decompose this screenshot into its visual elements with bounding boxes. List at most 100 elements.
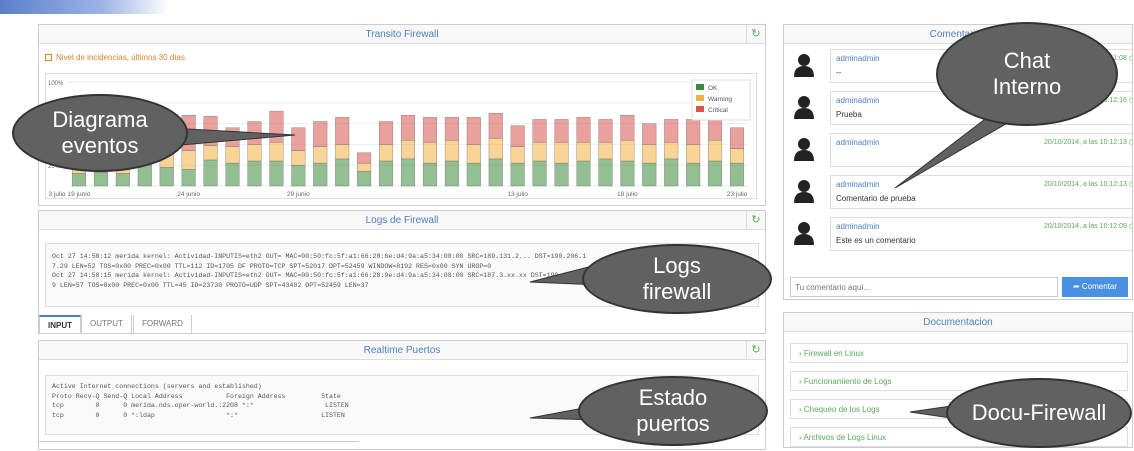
bar-segment [444, 140, 459, 162]
bar-segment [686, 119, 701, 145]
callout-text: Docu-Firewall [971, 400, 1107, 425]
refresh-icon[interactable]: ↻ [746, 25, 765, 43]
transit-header: Transito Firewall ↻ [39, 25, 765, 44]
callout-text: Estado puertos [636, 385, 710, 436]
y-tick-label: 100% [48, 81, 64, 87]
user-icon [794, 138, 814, 161]
chart-icon [45, 54, 52, 61]
legend-swatch [696, 84, 704, 90]
bar-segment [225, 127, 240, 147]
comment-user[interactable]: adminadmin [836, 54, 880, 63]
callout-logs: Logs firewall [582, 244, 772, 314]
bar-segment [532, 160, 547, 187]
comment-user[interactable]: adminadmin [836, 222, 880, 231]
callout-diagrama: Diagrama eventos [12, 94, 188, 172]
bar-segment [247, 121, 262, 145]
x-tick-label: 29 junio [287, 191, 310, 198]
ports-tabs-row [39, 441, 359, 451]
chart-subtitle: Nivel de incidencias, últimos 30 días. [45, 53, 187, 62]
bar-segment [730, 127, 745, 149]
clock-icon: ◷ [1129, 55, 1132, 62]
bar-segment [444, 160, 459, 187]
bar-segment [664, 119, 679, 143]
comment-item: adminadmin 20/10/2014, a las 10:12:13 ◷ Co… [790, 175, 1132, 211]
send-label: Comentar [1081, 282, 1118, 291]
comment-item: adminadmin 20/10/2014, a las 10:12:09 ◷ Es… [790, 217, 1132, 253]
comment-user[interactable]: adminadmin [836, 96, 880, 105]
user-icon [794, 54, 814, 77]
x-tick-label: 23 julio [727, 191, 748, 198]
bar-segment [598, 142, 613, 160]
comment-time-text: 20/10/2014, a las 10:12:13 [1044, 181, 1127, 188]
callout-text: Chat Interno [992, 48, 1062, 99]
refresh-icon[interactable]: ↻ [746, 341, 765, 359]
clock-icon: ◷ [1129, 139, 1132, 146]
tab-input[interactable]: INPUT [39, 315, 81, 334]
user-icon [794, 180, 814, 203]
bar-segment [620, 160, 635, 187]
comment-user[interactable]: adminadmin [836, 138, 880, 147]
ports-header: Realtime Puertos ↻ [39, 341, 765, 360]
doc-link-label: Funcionamiento de Logs [803, 377, 892, 386]
bar-segment [510, 146, 525, 164]
tab-forward[interactable]: FORWARD [133, 315, 192, 334]
bar-segment [488, 113, 503, 139]
bar-segment [313, 121, 328, 147]
bar-segment [466, 117, 481, 145]
bar-segment [642, 162, 657, 187]
refresh-icon[interactable]: ↻ [746, 211, 765, 229]
tab-output[interactable]: OUTPUT [81, 315, 132, 334]
chevron-right-icon: › [799, 377, 802, 386]
bar-segment [225, 162, 240, 187]
comment-text: Prueba [836, 110, 862, 119]
x-tick-label: 19 junio [68, 191, 91, 198]
bar-segment [730, 162, 745, 187]
bar-segment [708, 160, 723, 187]
ports-title: Realtime Puertos [363, 345, 441, 356]
transit-title: Transito Firewall [365, 29, 439, 40]
comment-bubble: adminadmin 20/10/2014, a las 10:12:13 ◷ Co… [830, 175, 1132, 209]
callout-docu: Docu-Firewall [946, 378, 1132, 448]
bar-segment [620, 115, 635, 141]
bar-segment [401, 140, 416, 160]
bar-segment [269, 160, 284, 187]
bar-segment [532, 142, 547, 162]
legend-label: OK [708, 85, 718, 92]
bar-segment [71, 173, 86, 187]
comment-send-button[interactable]: ➦ Comentar [1062, 277, 1128, 297]
doc-link[interactable]: › Firewall en Linux [790, 343, 1128, 363]
bar-segment [642, 144, 657, 164]
bar-segment [488, 137, 503, 160]
bar-segment [247, 160, 262, 187]
bar-segment [554, 162, 569, 187]
bar-segment [422, 162, 437, 187]
comment-time: 20/10/2014, a las 10:12:09 ◷ [1044, 222, 1132, 230]
callout-puertos: Estado puertos [578, 376, 768, 446]
clock-icon: ◷ [1129, 97, 1132, 104]
docs-header: Documentacion [784, 313, 1132, 332]
legend-swatch [696, 95, 704, 101]
send-icon: ➦ [1072, 282, 1080, 291]
bar-segment [422, 142, 437, 164]
bar-segment [335, 144, 350, 160]
bar-segment [466, 162, 481, 187]
bar-segment [510, 125, 525, 147]
bar-segment [664, 142, 679, 160]
comment-text: -- [836, 68, 842, 77]
user-icon [794, 96, 814, 119]
bar-segment [159, 167, 174, 187]
bar-segment [269, 142, 284, 162]
legend-swatch [696, 106, 704, 112]
bar-segment [335, 158, 350, 187]
comment-input[interactable] [790, 277, 1058, 297]
bar-segment [291, 150, 306, 166]
x-tick-label: 18 julio [617, 191, 638, 198]
bar-segment [137, 164, 152, 187]
comment-user[interactable]: adminadmin [836, 180, 880, 189]
doc-link-label: Chequeo de los Logs [803, 405, 880, 414]
bar-segment [554, 142, 569, 164]
bar-segment [730, 148, 745, 164]
legend-label: Warning [708, 96, 732, 103]
bar-segment [203, 159, 218, 187]
bar-segment [357, 152, 372, 164]
